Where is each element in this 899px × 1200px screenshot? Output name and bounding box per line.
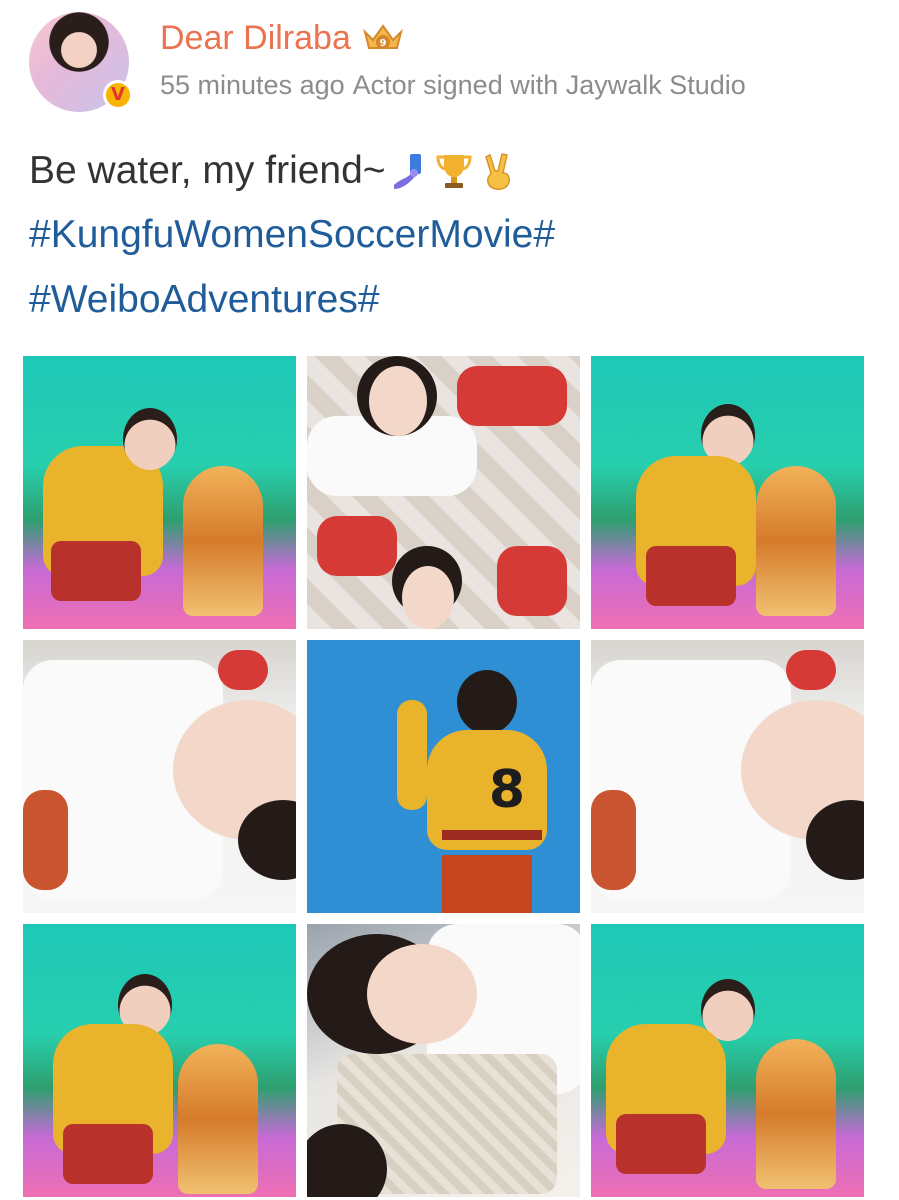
trophy-icon (434, 151, 474, 191)
red-jersey (317, 516, 397, 576)
crown-badge-number: 9 (379, 38, 386, 49)
person-skirt (646, 546, 736, 606)
photo-grid: 8 (23, 356, 865, 1198)
person-skirt (63, 1124, 153, 1184)
photo-6[interactable] (591, 640, 864, 913)
post-body: Be water, my friend~ (29, 149, 386, 192)
person-head (123, 408, 177, 470)
post-text: Be water, my friend~ (29, 146, 518, 196)
photo-2[interactable] (307, 356, 580, 629)
victory-hand-icon (478, 151, 518, 191)
photo-4[interactable] (23, 640, 296, 913)
red-jersey (457, 366, 567, 426)
photo-9[interactable] (591, 924, 864, 1197)
selfie-icon (390, 151, 430, 191)
person-hair (457, 670, 517, 734)
photo-7[interactable] (23, 924, 296, 1197)
post-time[interactable]: 55 minutes ago (160, 70, 345, 100)
person-skirt (51, 541, 141, 601)
jersey-number: 8 (488, 760, 526, 820)
raised-arm (397, 700, 427, 810)
photo-3[interactable] (591, 356, 864, 629)
post-source: Actor signed with Jaywalk Studio (352, 70, 746, 100)
post-meta: 55 minutes ago Actor signed with Jaywalk … (160, 67, 746, 103)
person-skirt (616, 1114, 706, 1174)
red-jersey (497, 546, 567, 616)
orange-pants (442, 855, 532, 913)
person-face (402, 566, 454, 629)
orange-pillow (23, 790, 68, 890)
author-avatar-wrap[interactable]: V (29, 12, 133, 112)
photo-1[interactable] (23, 356, 296, 629)
verified-badge-icon: V (103, 80, 133, 110)
person-face (369, 366, 427, 436)
crown-badge-icon[interactable]: 9 (361, 22, 405, 54)
author-row: Dear Dilraba 9 (160, 16, 405, 60)
hashtag-kungfu[interactable]: #KungfuWomenSoccerMovie# (29, 210, 555, 260)
photo-5[interactable]: 8 (307, 640, 580, 913)
photo-8[interactable] (307, 924, 580, 1197)
trophy-figure (756, 1039, 836, 1189)
red-shoe (218, 650, 268, 690)
trophy-figure (183, 466, 263, 616)
red-shoe (786, 650, 836, 690)
hashtag-weibo-adventures[interactable]: #WeiboAdventures# (29, 275, 380, 325)
trophy-figure (756, 466, 836, 616)
orange-pillow (591, 790, 636, 890)
trophy-figure (178, 1044, 258, 1194)
person-face (367, 944, 477, 1044)
waist-belt (442, 830, 542, 840)
author-name[interactable]: Dear Dilraba (160, 16, 351, 60)
